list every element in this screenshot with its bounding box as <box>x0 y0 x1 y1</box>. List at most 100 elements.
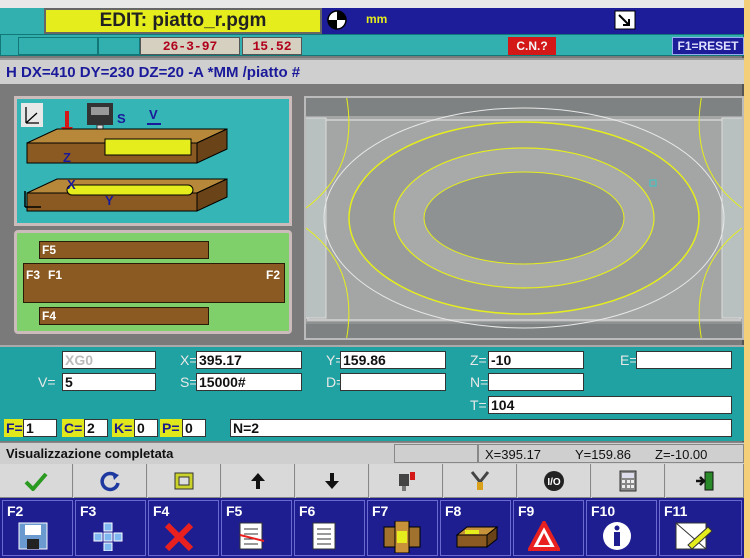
f4-label: F4 <box>153 503 170 519</box>
io-button[interactable]: I/O <box>518 464 591 498</box>
exit-icon <box>695 471 713 490</box>
unit-label: mm <box>366 12 388 26</box>
window-button[interactable] <box>148 464 221 498</box>
f10-info-button[interactable]: F10 <box>586 500 657 556</box>
n2-input[interactable]: N=2 <box>230 419 732 437</box>
e-input[interactable] <box>636 351 732 369</box>
resize-icon[interactable] <box>614 10 636 30</box>
tool-button[interactable] <box>444 464 517 498</box>
d-input[interactable] <box>340 373 446 391</box>
n-input[interactable] <box>488 373 584 391</box>
cn-button[interactable]: C.N.? <box>508 37 556 55</box>
svg-text:I/O: I/O <box>547 477 561 488</box>
face-f1-label: F1 <box>48 268 63 282</box>
k-label: K= <box>112 419 135 437</box>
warning-icon <box>528 521 560 551</box>
s-input[interactable]: 15000# <box>196 373 302 391</box>
f8-piece-button[interactable]: F8 <box>440 500 511 556</box>
c-label: C= <box>62 419 85 437</box>
function-key-bar: F2 F3 F4 F5 F6 F7 F8 F9 F10 F11 <box>0 498 744 558</box>
f5-label: F5 <box>226 503 243 519</box>
f6-label: F6 <box>299 503 316 519</box>
face-f4[interactable]: F4 <box>39 307 209 325</box>
f4-delete-button[interactable]: F4 <box>148 500 219 556</box>
move-up-button[interactable] <box>222 464 295 498</box>
f3-label: F3 <box>80 503 97 519</box>
window-icon <box>174 472 194 489</box>
n-label: N= <box>470 374 489 390</box>
c-input[interactable]: 2 <box>84 419 108 437</box>
refresh-button[interactable] <box>74 464 147 498</box>
piece-icon <box>455 525 499 549</box>
refresh-icon <box>100 471 120 491</box>
f8-label: F8 <box>445 503 462 519</box>
f2-save-button[interactable]: F2 <box>2 500 73 556</box>
e-label: E= <box>620 352 638 368</box>
face-f5-label: F5 <box>42 243 57 257</box>
p-input[interactable]: 0 <box>182 419 206 437</box>
delete-icon <box>164 522 194 551</box>
edit-drawing-icon <box>675 522 713 550</box>
drawing-canvas[interactable] <box>286 93 750 343</box>
x-input[interactable]: 395.17 <box>196 351 302 369</box>
calculator-button[interactable] <box>592 464 665 498</box>
x-label: X= <box>180 352 198 368</box>
face-f1[interactable]: F3 F1 F2 <box>23 263 285 303</box>
reset-button[interactable]: F1=RESET <box>672 37 744 55</box>
f-label: F= <box>4 419 25 437</box>
time-display: 15.52 <box>242 37 302 55</box>
s-axis-label: S <box>117 111 126 126</box>
status-slot <box>394 444 478 463</box>
v-input[interactable]: 5 <box>62 373 156 391</box>
f5-list-edit-button[interactable]: F5 <box>221 500 292 556</box>
list-icon <box>312 522 336 550</box>
face-f2-label: F2 <box>265 268 280 282</box>
z-label: Z= <box>470 352 487 368</box>
f11-label: F11 <box>664 503 688 519</box>
y-input[interactable]: 159.86 <box>340 351 446 369</box>
tool-change-icon <box>399 471 415 491</box>
z-input[interactable]: -10 <box>488 351 584 369</box>
check-icon <box>24 472 48 491</box>
p-label: P= <box>160 419 182 437</box>
axis-indicator-icon <box>21 103 43 127</box>
f7-label: F7 <box>372 503 389 519</box>
move-icon <box>93 522 123 551</box>
f-input[interactable]: 1 <box>23 419 57 437</box>
confirm-button[interactable] <box>0 464 73 498</box>
list-edit-icon <box>239 522 265 550</box>
t-input[interactable]: 104 <box>488 396 732 414</box>
toolpath-drawing <box>286 93 750 343</box>
machining-diagram: S V Z X Y <box>21 103 228 212</box>
f10-label: F10 <box>591 503 616 519</box>
face-f5[interactable]: F5 <box>39 241 209 259</box>
f3-move-button[interactable]: F3 <box>75 500 146 556</box>
z-axis-label: Z <box>63 150 71 165</box>
tool-icon <box>470 470 490 490</box>
y-axis-label: Y <box>105 193 114 208</box>
date-display: 26-3-97 <box>140 37 240 55</box>
v-axis-label: V <box>149 107 158 122</box>
tool-change-button[interactable] <box>370 464 443 498</box>
save-icon <box>18 522 48 550</box>
x-axis-label: X <box>67 177 76 192</box>
window-title: EDIT: piatto_r.pgm <box>44 8 322 34</box>
app-window: EDIT: piatto_r.pgm mm 26-3-97 15.52 C.N.… <box>0 0 750 558</box>
xg-field[interactable]: XG0 <box>62 351 156 369</box>
arrow-down-icon <box>325 472 339 489</box>
f7-faces-button[interactable]: F7 <box>367 500 438 556</box>
arrow-up-icon <box>251 472 265 489</box>
f6-list-button[interactable]: F6 <box>294 500 365 556</box>
k-input[interactable]: 0 <box>134 419 158 437</box>
info-slot-2 <box>98 37 140 55</box>
status-bar: Visualizzazione completata X=395.17 Y=15… <box>0 442 744 464</box>
status-y: Y=159.86 <box>575 447 632 462</box>
f9-warning-button[interactable]: F9 <box>513 500 584 556</box>
origin-icon[interactable] <box>326 9 348 31</box>
exit-button[interactable] <box>666 464 744 498</box>
command-line[interactable]: H DX=410 DY=230 DZ=20 -A *MM /piatto # <box>0 58 744 84</box>
move-down-button[interactable] <box>296 464 369 498</box>
f11-edit-drawing-button[interactable]: F11 <box>659 500 742 556</box>
faces-icon <box>383 521 421 553</box>
coordinates-panel: XG0 X= 395.17 Y= 159.86 Z= -10 E= V= 5 S… <box>0 345 744 441</box>
